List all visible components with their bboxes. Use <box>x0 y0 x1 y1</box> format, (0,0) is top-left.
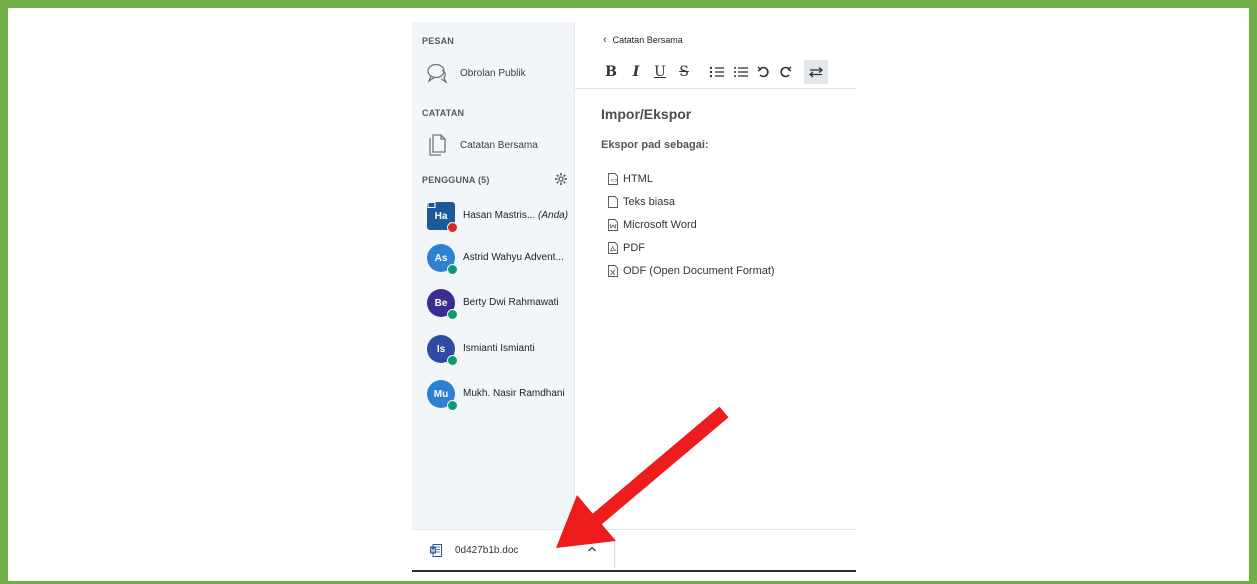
redo-button[interactable] <box>776 60 796 84</box>
bbb-app: PESAN Obrolan Publik CATATAN Catatan Ber… <box>412 22 856 572</box>
word-file-icon <box>608 218 618 231</box>
strikethrough-button[interactable]: S <box>674 60 694 84</box>
export-label: Teks biasa <box>623 195 675 208</box>
chevron-up-icon[interactable] <box>586 543 598 555</box>
status-badge <box>447 400 458 411</box>
panel-heading: Impor/Ekspor <box>601 106 692 122</box>
notes-section-label: CATATAN <box>422 108 465 118</box>
download-filename: 0d427b1b.doc <box>455 545 519 556</box>
sidebar: PESAN Obrolan Publik CATATAN Catatan Ber… <box>412 22 574 529</box>
user-name: Astrid Wahyu Advent... <box>463 252 564 263</box>
svg-text:<>: <> <box>610 178 618 184</box>
user-row-mukh[interactable]: Mu Mukh. Nasir Ramdhani <box>412 374 574 416</box>
messages-section-label: PESAN <box>422 36 455 46</box>
gear-icon[interactable] <box>554 172 568 186</box>
export-label: ODF (Open Document Format) <box>623 264 775 277</box>
underline-button[interactable]: U <box>650 60 670 84</box>
ordered-list-icon <box>710 67 724 77</box>
import-export-button[interactable] <box>804 60 828 84</box>
download-item[interactable]: 0d427b1b.doc <box>412 530 614 571</box>
export-html-link[interactable]: <> HTML <box>608 167 775 190</box>
italic-button[interactable]: I <box>626 60 646 84</box>
chevron-left-icon: ‹ <box>603 34 607 46</box>
status-badge <box>447 264 458 275</box>
user-row-hasan[interactable]: Ha Hasan Mastris... (Anda) <box>412 196 574 238</box>
redo-icon <box>780 66 792 78</box>
avatar-initials: Ha <box>434 210 448 222</box>
undo-icon <box>757 66 769 78</box>
export-label: HTML <box>623 172 653 185</box>
pdf-file-icon <box>608 241 618 254</box>
user-name-text: Hasan Mastris... <box>463 210 536 221</box>
sidebar-item-label: Catatan Bersama <box>460 139 538 151</box>
export-pdf-link[interactable]: PDF <box>608 236 775 259</box>
sidebar-item-public-chat[interactable]: Obrolan Publik <box>412 55 574 91</box>
user-name: Berty Dwi Rahmawati <box>463 297 559 308</box>
bullet-list-button[interactable] <box>731 60 751 84</box>
export-text-link[interactable]: Teks biasa <box>608 190 775 213</box>
user-name: Hasan Mastris... (Anda) <box>463 210 568 221</box>
export-label: PDF <box>623 241 645 254</box>
ordered-list-button[interactable] <box>707 60 727 84</box>
status-badge <box>447 222 458 233</box>
odf-file-icon <box>608 264 618 277</box>
users-section-label: PENGGUNA (5) <box>422 175 490 185</box>
download-separator <box>614 536 615 568</box>
editor-toolbar: B I U S <box>595 60 855 84</box>
export-list: <> HTML Teks biasa Microsoft Word PDF OD… <box>608 167 775 282</box>
html-file-icon: <> <box>608 172 618 185</box>
document-copy-icon <box>429 134 446 156</box>
status-badge <box>447 309 458 320</box>
export-odf-link[interactable]: ODF (Open Document Format) <box>608 259 775 282</box>
sidebar-item-shared-notes[interactable]: Catatan Bersama <box>412 127 574 163</box>
chat-bubbles-icon <box>427 63 448 84</box>
you-tag: (Anda) <box>538 210 569 221</box>
sidebar-item-label: Obrolan Publik <box>460 67 526 79</box>
presenter-icon <box>427 202 436 208</box>
panel-subheading: Ekspor pad sebagai: <box>601 139 709 151</box>
toolbar-divider <box>575 88 856 89</box>
user-name: Ismianti Ismianti <box>463 343 535 354</box>
export-label: Microsoft Word <box>623 218 697 231</box>
back-label: Catatan Bersama <box>612 35 683 45</box>
user-name: Mukh. Nasir Ramdhani <box>463 388 565 399</box>
back-button[interactable]: ‹ Catatan Bersama <box>603 34 683 46</box>
swap-arrows-icon <box>809 67 823 78</box>
undo-button[interactable] <box>753 60 773 84</box>
user-row-berty[interactable]: Be Berty Dwi Rahmawati <box>412 283 574 325</box>
bold-button[interactable]: B <box>601 60 621 84</box>
export-word-link[interactable]: Microsoft Word <box>608 213 775 236</box>
user-row-astrid[interactable]: As Astrid Wahyu Advent... <box>412 238 574 280</box>
downloads-bar: 0d427b1b.doc <box>412 529 856 572</box>
text-file-icon <box>608 195 618 208</box>
shared-notes-panel: ‹ Catatan Bersama B I U S Impor/Ekspor E… <box>575 22 856 529</box>
user-row-ismianti[interactable]: Is Ismianti Ismianti <box>412 329 574 371</box>
word-document-icon <box>430 544 442 557</box>
status-badge <box>447 355 458 366</box>
bullet-list-icon <box>734 67 748 77</box>
